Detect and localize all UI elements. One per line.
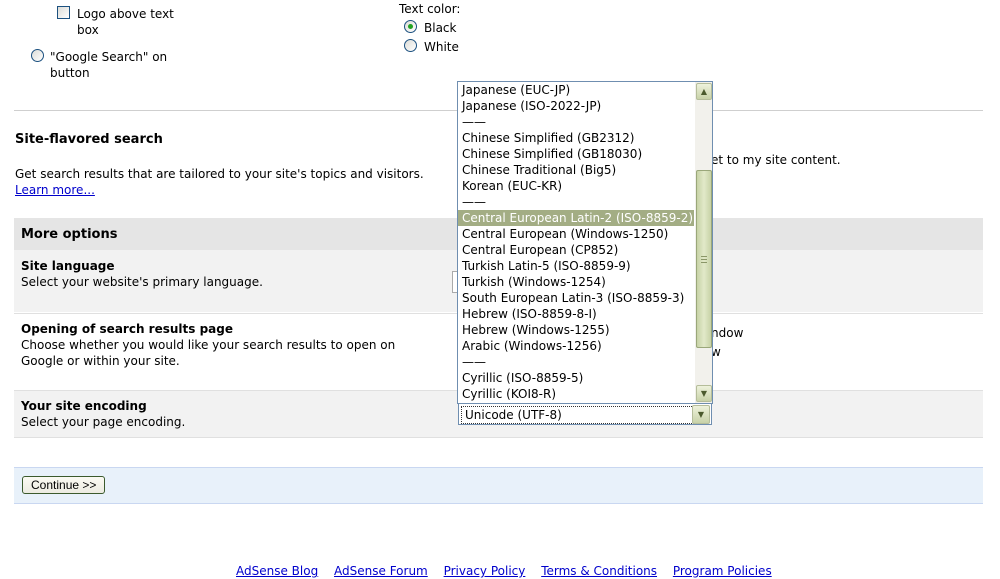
scroll-up-icon[interactable]: ▲: [696, 83, 712, 100]
footer-links: AdSense Blog AdSense Forum Privacy Polic…: [236, 563, 784, 579]
footer-link-terms[interactable]: Terms & Conditions: [541, 564, 657, 578]
encoding-option[interactable]: Chinese Traditional (Big5): [458, 162, 694, 178]
encoding-option[interactable]: Cyrillic (ISO-8859-5): [458, 370, 694, 386]
encoding-option[interactable]: Chinese Simplified (GB18030): [458, 146, 694, 162]
site-flavored-partial-text: et to my site content.: [711, 153, 841, 167]
learn-more-link[interactable]: Learn more...: [15, 182, 95, 198]
encoding-option[interactable]: Japanese (EUC-JP): [458, 82, 694, 98]
encoding-option[interactable]: Cyrillic (KOI8-R): [458, 386, 694, 402]
grip-icon: [701, 256, 707, 257]
encoding-selected-value: Unicode (UTF-8): [461, 406, 694, 424]
divider: [14, 437, 983, 438]
opening-results-title: Opening of search results page: [21, 322, 233, 336]
site-flavored-description: Get search results that are tailored to …: [15, 167, 424, 181]
encoding-description: Select your page encoding.: [21, 415, 186, 429]
text-color-white-radio[interactable]: [404, 39, 417, 52]
encoding-title: Your site encoding: [21, 399, 147, 413]
encoding-option[interactable]: Central European (CP852): [458, 242, 694, 258]
scroll-down-icon[interactable]: ▼: [696, 385, 712, 402]
site-language-description: Select your website's primary language.: [21, 275, 263, 289]
footer-link-forum[interactable]: AdSense Forum: [334, 564, 428, 578]
opening-results-partial-1: ndow: [711, 326, 744, 340]
encoding-option-separator: ——: [462, 115, 486, 129]
encoding-option[interactable]: Japanese (ISO-2022-JP): [458, 98, 694, 114]
chevron-down-icon[interactable]: ▼: [692, 405, 710, 424]
grip-icon: [701, 259, 707, 260]
encoding-option[interactable]: Central European (Windows-1250): [458, 226, 694, 242]
google-search-on-button-radio[interactable]: [31, 49, 44, 62]
footer-link-policies[interactable]: Program Policies: [673, 564, 772, 578]
encoding-option[interactable]: Hebrew (Windows-1255): [458, 322, 694, 338]
encoding-option[interactable]: Turkish Latin-5 (ISO-8859-9): [458, 258, 694, 274]
encoding-option[interactable]: Arabic (Windows-1256): [458, 338, 694, 354]
encoding-options: Japanese (EUC-JP) Japanese (ISO-2022-JP)…: [458, 82, 694, 402]
encoding-option[interactable]: Chinese Simplified (GB2312): [458, 130, 694, 146]
scrollbar-thumb[interactable]: [696, 170, 712, 348]
footer-link-blog[interactable]: AdSense Blog: [236, 564, 318, 578]
footer-link-privacy[interactable]: Privacy Policy: [444, 564, 526, 578]
text-color-black-radio[interactable]: [404, 20, 417, 33]
grip-icon: [701, 262, 707, 263]
google-search-label-1: "Google Search" on: [50, 50, 168, 64]
logo-above-textbox-checkbox[interactable]: [57, 6, 70, 19]
site-flavored-title: Site-flavored search: [15, 132, 163, 147]
opening-results-description-1: Choose whether you would like your searc…: [21, 338, 396, 352]
encoding-option[interactable]: Hebrew (ISO-8859-8-I): [458, 306, 694, 322]
continue-bar: [14, 467, 983, 504]
encoding-dropdown-list[interactable]: Japanese (EUC-JP) Japanese (ISO-2022-JP)…: [457, 81, 713, 404]
logo-above-label-2: box: [77, 23, 99, 37]
encoding-option-separator: ——: [462, 195, 486, 209]
encoding-option-highlighted[interactable]: Central European Latin-2 (ISO-8859-2): [458, 210, 694, 226]
more-options-title: More options: [21, 227, 118, 242]
encoding-option[interactable]: Turkish (Windows-1254): [458, 274, 694, 290]
encoding-select[interactable]: Unicode (UTF-8) ▼: [458, 403, 712, 425]
continue-button[interactable]: Continue >>: [22, 476, 106, 494]
text-color-black-label: Black: [424, 21, 457, 35]
opening-results-description-2: Google or within your site.: [21, 354, 180, 368]
logo-above-label-1: Logo above text: [77, 7, 174, 21]
text-color-label: Text color:: [399, 2, 461, 16]
dropdown-scrollbar[interactable]: ▲ ▼: [695, 82, 712, 403]
encoding-option[interactable]: South European Latin-3 (ISO-8859-3): [458, 290, 694, 306]
site-language-title: Site language: [21, 259, 115, 273]
encoding-option-separator: ——: [462, 355, 486, 369]
encoding-option[interactable]: Korean (EUC-KR): [458, 178, 694, 194]
google-search-label-2: button: [50, 66, 90, 80]
text-color-white-label: White: [424, 40, 459, 54]
